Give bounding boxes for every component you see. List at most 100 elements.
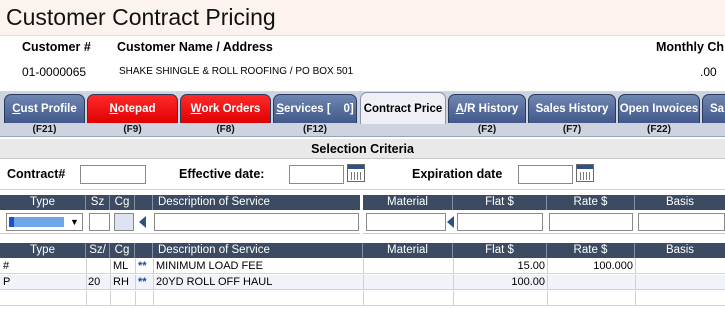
tab-hotkey-6: (F7): [562, 124, 582, 135]
table-row[interactable]: P 20 RH ** 20YD ROLL OFF HAUL 100.00: [0, 275, 725, 290]
tab-label: otepad: [117, 103, 156, 115]
effective-date-calendar-icon[interactable]: [347, 164, 365, 182]
tab-6[interactable]: Sales History: [528, 94, 616, 123]
customer-number: 01-0000065: [22, 65, 87, 79]
cell-flat: 15.00: [517, 260, 545, 272]
flat-lookup-arrow-icon[interactable]: [447, 216, 454, 228]
filter-col-material: Material: [363, 195, 453, 210]
grid-col-rate: Rate $: [547, 243, 635, 258]
flat-filter-input[interactable]: [457, 213, 543, 231]
monthly-charge-header: Monthly Ch: [656, 40, 725, 54]
cell-basis: [637, 259, 723, 274]
contract-label: Contract#: [7, 167, 66, 181]
size-filter-input[interactable]: [89, 213, 110, 231]
filter-row-right: [363, 210, 725, 234]
selection-criteria-title: Selection Criteria: [0, 139, 725, 159]
chevron-down-icon: ▼: [70, 217, 79, 227]
customer-name-address: SHAKE SHINGLE & ROLL ROOFING / PO BOX 50…: [119, 66, 354, 77]
description-filter-input[interactable]: [154, 213, 359, 231]
tab-label-hotkey: S: [276, 103, 284, 115]
tab-4[interactable]: Contract Price: [360, 92, 446, 124]
cell-flag: **: [138, 260, 147, 272]
table-row[interactable]: # ML ** MINIMUM LOAD FEE 15.00 100.000: [0, 259, 725, 274]
tab-label: ust Profile: [20, 103, 77, 115]
type-select-value: [9, 217, 64, 227]
expiration-date-input[interactable]: [518, 165, 573, 184]
filter-col-type: Type: [0, 195, 86, 210]
column-divider: [363, 259, 364, 274]
tab-2[interactable]: Work Orders: [180, 94, 271, 123]
basis-filter-input[interactable]: [638, 213, 725, 231]
grid-col-material: Material: [363, 243, 453, 258]
tab-label: ork Orders: [201, 103, 261, 115]
tab-label: Contract Price: [363, 102, 443, 115]
title-bar: Customer Contract Pricing: [0, 0, 725, 36]
tab-7[interactable]: Open Invoices: [618, 94, 700, 123]
column-divider: [363, 275, 364, 290]
cell-size: [88, 259, 108, 274]
column-divider: [547, 291, 548, 306]
filter-col-rate: Rate $: [547, 195, 635, 210]
cell-description: MINIMUM LOAD FEE: [156, 260, 263, 272]
monthly-charge-value: .00: [700, 65, 717, 79]
tab-label: /R History: [463, 103, 519, 115]
tab-label: Sa: [709, 103, 725, 115]
customer-number-header: Customer #: [22, 40, 91, 54]
customer-name-header: Customer Name / Address: [117, 40, 273, 54]
tab-hotkey-2: (F8): [216, 124, 235, 135]
column-divider: [547, 275, 548, 290]
cell-type: #: [3, 260, 10, 272]
contract-input[interactable]: [80, 165, 146, 184]
filter-col-container: Cg: [110, 195, 135, 210]
column-divider: [363, 291, 364, 306]
column-divider: [86, 275, 87, 290]
tab-label-hotkey: N: [109, 103, 118, 115]
material-filter-input[interactable]: [366, 213, 446, 231]
cell-container: ML: [113, 260, 129, 272]
column-divider: [453, 259, 454, 274]
tab-hotkey-5: (F2): [477, 124, 497, 135]
tab-label-hotkey: C: [12, 103, 21, 115]
tab-5[interactable]: A/R History: [448, 94, 526, 123]
rate-filter-input[interactable]: [549, 213, 633, 231]
tab-label-hotkey: W: [190, 103, 202, 115]
column-divider: [635, 291, 636, 306]
grid-header: Type Sz/ Cg Description of Service Mater…: [0, 243, 725, 258]
column-divider: [453, 291, 454, 306]
description-lookup-arrow-icon[interactable]: [139, 216, 146, 228]
column-divider: [153, 259, 154, 274]
tab-hotkey-0: (F21): [32, 124, 57, 135]
cell-rate: [549, 275, 633, 290]
tab-0[interactable]: Cust Profile: [4, 94, 85, 123]
filter-col-size: Sz: [86, 195, 110, 210]
column-divider: [110, 291, 111, 306]
cell-flat: 100.00: [511, 276, 545, 288]
tab-hotkey-1: (F9): [123, 124, 142, 135]
container-filter-input[interactable]: [114, 213, 134, 231]
column-divider: [135, 259, 136, 274]
tab-hotkey-3: (F12): [303, 124, 327, 135]
cell-rate: 100.000: [593, 260, 633, 272]
column-divider: [86, 291, 87, 306]
customer-info-panel: Customer # Customer Name / Address Month…: [0, 37, 725, 92]
grid-col-type: Type: [0, 243, 86, 258]
tab-hotkey-7: (F22): [647, 124, 671, 135]
tab-8[interactable]: Sa: [702, 94, 725, 123]
tab-label-hotkey: A: [455, 103, 464, 115]
tab-1[interactable]: Notepad: [87, 94, 178, 123]
table-row[interactable]: [0, 291, 725, 306]
tab-label: Open Invoices: [619, 103, 699, 115]
tab-label: Sales History: [535, 103, 609, 115]
cell-flag: **: [138, 276, 147, 288]
cell-material: [365, 275, 451, 290]
effective-date-input[interactable]: [289, 165, 344, 184]
tab-label: ervices [ 0]: [283, 103, 354, 115]
filter-row-left: ▼: [0, 210, 360, 234]
cell-type: P: [3, 276, 11, 288]
page-title: Customer Contract Pricing: [6, 4, 276, 30]
tab-3[interactable]: Services [ 0]: [273, 94, 357, 123]
filter-col-flag: [135, 195, 153, 210]
expiration-date-calendar-icon[interactable]: [576, 164, 594, 182]
type-select[interactable]: ▼: [6, 213, 83, 231]
column-divider: [153, 291, 154, 306]
